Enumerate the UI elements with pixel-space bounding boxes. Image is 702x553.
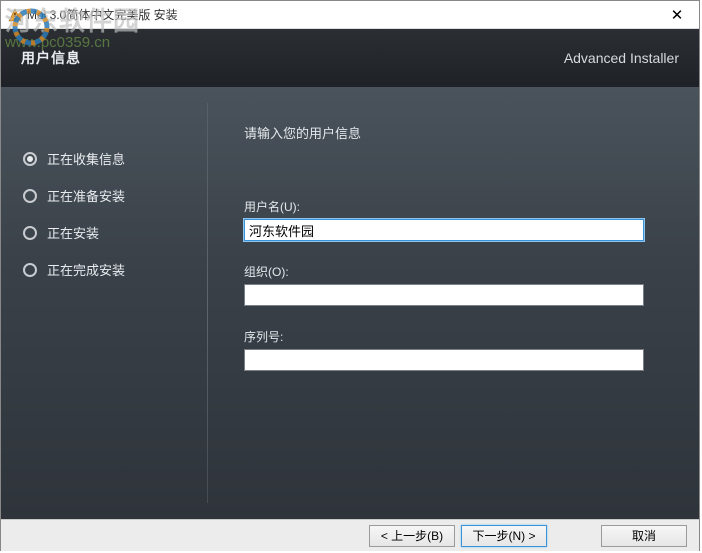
footer: < 上一步(B) 下一步(N) > 取消: [1, 519, 699, 551]
close-icon: ✕: [671, 6, 684, 24]
body: 正在收集信息 正在准备安装 正在安装 正在完成安装 请输入您的用户信息 用户名(…: [1, 87, 699, 519]
username-label: 用户名(U):: [244, 198, 663, 215]
titlebar: Moi 3.0简体中文完美版 安装 ✕: [1, 1, 699, 29]
step-collecting-info: 正在收集信息: [23, 149, 207, 168]
app-icon: [7, 7, 23, 23]
brand-label: Advanced Installer: [564, 50, 679, 66]
next-button[interactable]: 下一步(N) >: [461, 525, 547, 547]
organization-input[interactable]: [244, 284, 644, 306]
radio-icon: [23, 152, 37, 166]
radio-icon: [23, 263, 37, 277]
back-button[interactable]: < 上一步(B): [369, 525, 455, 547]
field-username: 用户名(U):: [244, 198, 663, 241]
step-preparing-install: 正在准备安装: [23, 186, 207, 205]
step-label: 正在准备安装: [47, 186, 125, 205]
sidebar: 正在收集信息 正在准备安装 正在安装 正在完成安装: [1, 87, 207, 519]
instruction-text: 请输入您的用户信息: [244, 123, 663, 142]
step-installing: 正在安装: [23, 223, 207, 242]
username-input[interactable]: [244, 219, 644, 241]
step-completing: 正在完成安装: [23, 260, 207, 279]
serial-input[interactable]: [244, 349, 644, 371]
radio-icon: [23, 226, 37, 240]
field-organization: 组织(O):: [244, 263, 663, 306]
radio-icon: [23, 189, 37, 203]
step-label: 正在完成安装: [47, 260, 125, 279]
step-label: 正在收集信息: [47, 149, 125, 168]
main-panel: 请输入您的用户信息 用户名(U): 组织(O): 序列号:: [208, 87, 699, 519]
close-button[interactable]: ✕: [655, 1, 699, 29]
organization-label: 组织(O):: [244, 263, 663, 280]
titlebar-left: Moi 3.0简体中文完美版 安装: [7, 6, 178, 23]
cancel-button[interactable]: 取消: [601, 525, 687, 547]
step-label: 正在安装: [47, 223, 99, 242]
installer-window: Moi 3.0简体中文完美版 安装 ✕ 河东软件园 www.pc0359.cn …: [0, 0, 700, 551]
page-title: 用户信息: [21, 48, 81, 68]
field-serial: 序列号:: [244, 328, 663, 371]
header: 用户信息 Advanced Installer: [1, 29, 699, 87]
window-title: Moi 3.0简体中文完美版 安装: [27, 6, 178, 23]
serial-label: 序列号:: [244, 328, 663, 345]
